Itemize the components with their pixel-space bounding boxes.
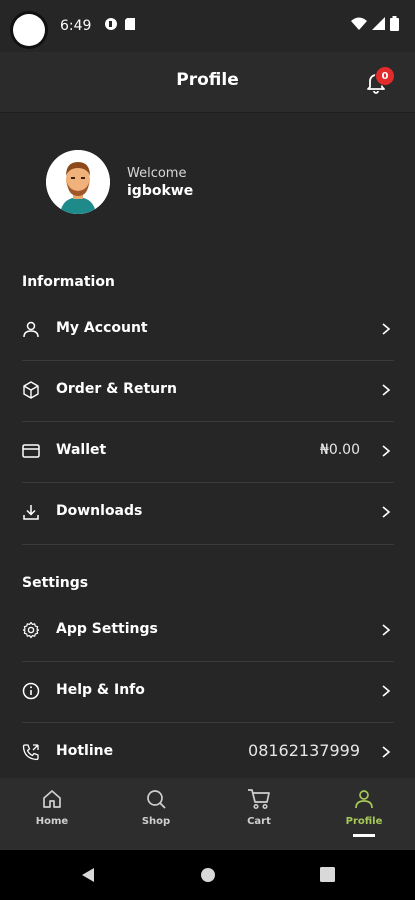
chevron-right-icon <box>382 624 391 636</box>
nav-label: Profile <box>345 816 383 827</box>
menu-item-label: My Account <box>56 320 148 336</box>
phone-icon <box>22 744 39 761</box>
user-icon <box>23 321 39 338</box>
bottom-nav: Home Shop Cart Profile <box>0 778 415 850</box>
card-icon <box>22 444 40 458</box>
app-bar: Profile <box>0 52 415 113</box>
home-icon <box>43 790 61 808</box>
battery-icon <box>390 16 399 31</box>
menu-item-label: Wallet <box>56 442 107 458</box>
hotline-number: 08162137999 <box>248 741 360 760</box>
nav-item-shop[interactable]: Shop <box>126 778 186 850</box>
nav-item-home[interactable]: Home <box>22 778 82 850</box>
chevron-right-icon <box>382 506 391 518</box>
nav-item-profile[interactable]: Profile <box>334 778 394 850</box>
menu-item-label: Help & Info <box>56 682 145 698</box>
camera-cutout <box>13 14 45 46</box>
recents-icon[interactable] <box>320 867 335 882</box>
menu-item-order-return[interactable]: Order & Return <box>22 361 394 421</box>
nav-label: Home <box>35 816 69 827</box>
menu-item-label: Hotline <box>56 743 114 759</box>
person-icon <box>355 790 373 809</box>
menu-item-label: Order & Return <box>56 381 177 397</box>
status-system-icons <box>351 16 399 31</box>
menu-item-label: App Settings <box>56 621 158 637</box>
chevron-right-icon <box>382 685 391 697</box>
sd-card-icon <box>125 18 135 30</box>
wifi-icon <box>351 17 367 30</box>
signal-icon <box>372 17 385 30</box>
system-nav-bar <box>0 850 415 900</box>
profile-card[interactable]: Welcome igbokwe <box>46 150 376 214</box>
app-notification-icon <box>105 18 117 30</box>
menu-item-app-settings[interactable]: App Settings <box>22 601 394 661</box>
active-tab-indicator <box>353 834 375 837</box>
avatar <box>46 150 110 214</box>
menu-item-help-info[interactable]: Help & Info <box>22 662 394 722</box>
welcome-text: Welcome <box>127 166 187 181</box>
avatar-face-icon <box>46 150 110 214</box>
nav-label: Shop <box>141 816 171 827</box>
menu-item-label: Downloads <box>56 503 143 519</box>
username: igbokwe <box>127 183 194 199</box>
gear-icon <box>22 621 40 639</box>
search-icon <box>147 790 166 809</box>
page-title: Profile <box>176 70 239 90</box>
menu-item-wallet[interactable]: Wallet ₦0.00 <box>22 422 394 482</box>
status-notification-icons <box>104 17 136 31</box>
chevron-right-icon <box>382 323 391 335</box>
menu-item-hotline[interactable]: Hotline 08162137999 <box>22 723 394 783</box>
status-bar: 6:49 <box>0 0 415 52</box>
section-title-settings: Settings <box>22 575 89 591</box>
nav-item-cart[interactable]: Cart <box>229 778 289 850</box>
download-icon <box>23 505 39 520</box>
chevron-right-icon <box>382 445 391 457</box>
info-icon <box>22 682 40 700</box>
menu-item-my-account[interactable]: My Account <box>22 300 394 360</box>
back-icon[interactable] <box>80 867 96 883</box>
chevron-right-icon <box>382 746 391 758</box>
cart-icon <box>248 789 270 810</box>
menu-item-downloads[interactable]: Downloads <box>22 483 394 543</box>
notification-badge: 0 <box>375 66 395 86</box>
chevron-right-icon <box>382 384 391 396</box>
box-icon <box>23 381 39 399</box>
section-title-information: Information <box>22 274 115 290</box>
status-time: 6:49 <box>60 18 92 34</box>
home-circle-icon[interactable] <box>200 867 216 883</box>
nav-label: Cart <box>247 816 271 827</box>
divider <box>22 544 394 545</box>
wallet-balance: ₦0.00 <box>319 442 360 458</box>
